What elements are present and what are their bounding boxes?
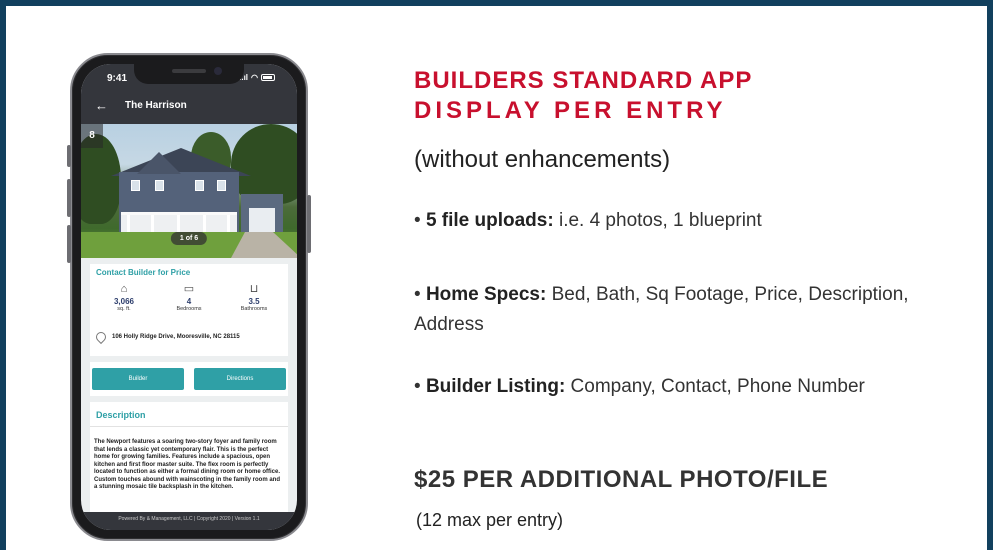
additional-file-price: $25 PER ADDITIONAL PHOTO/FILE	[414, 466, 829, 493]
spec-value: 3.5	[248, 297, 260, 306]
mute-switch	[67, 145, 71, 167]
listing-address: 106 Holly Ridge Drive, Mooresville, NC 2…	[112, 334, 240, 340]
heading-line-1: BUILDERS STANDARD APP	[414, 67, 753, 94]
house-icon: ⌂	[120, 283, 128, 295]
phone-mockup: 9:41 ..ıl ◠ ← The Harrison 8 1 of 6 Cont…	[67, 53, 311, 541]
max-per-entry-note: (12 max per entry)	[416, 510, 564, 530]
map-pin-icon	[93, 329, 109, 345]
spec-label: Bedrooms	[176, 306, 202, 312]
bed-icon: ▭	[183, 283, 195, 295]
heading-subtitle: (without enhancements)	[414, 146, 671, 173]
bullet-bold: Home Specs:	[425, 284, 547, 305]
price-title: Contact Builder for Price	[96, 268, 191, 277]
spec-value: 3,066	[113, 297, 135, 306]
spec-label: Bathrooms	[240, 306, 268, 312]
bullet-dot: •	[414, 284, 426, 305]
app-footer: Powered By & Management, LLC | Copyright…	[81, 512, 297, 530]
price-card: Contact Builder for Price ⌂ 3,066 sq. ft…	[90, 264, 288, 356]
back-arrow-icon[interactable]: ←	[95, 98, 108, 113]
action-card: Builder Directions	[90, 362, 288, 396]
heading: BUILDERS STANDARD APP DISPLAY PER ENTRY	[414, 66, 752, 126]
bathtub-icon: ⊔	[249, 283, 259, 295]
speaker-grille	[172, 69, 206, 73]
phone-screen: 9:41 ..ıl ◠ ← The Harrison 8 1 of 6 Cont…	[81, 64, 297, 530]
house-porch	[121, 212, 237, 235]
garage-door	[249, 208, 275, 232]
bullet-text: Company, Contact, Phone Number	[565, 376, 865, 397]
address-row[interactable]: 106 Holly Ridge Drive, Mooresville, NC 2…	[93, 329, 240, 345]
bullet-builder-listing: • Builder Listing: Company, Contact, Pho…	[414, 372, 954, 402]
bullet-home-specs: • Home Specs: Bed, Bath, Sq Footage, Pri…	[414, 280, 974, 340]
bullet-dot: •	[414, 210, 426, 231]
window	[131, 180, 140, 191]
spec-bedrooms: ▭ 4 Bedrooms	[159, 282, 219, 312]
spec-label: sq. ft.	[117, 306, 131, 312]
front-camera-icon	[214, 67, 222, 75]
bullet-dot: •	[414, 376, 426, 397]
volume-down-button	[67, 225, 71, 263]
status-time: 9:41	[107, 73, 128, 84]
window	[195, 180, 204, 191]
description-card: Description The Newport features a soari…	[90, 402, 288, 512]
description-text: The Newport features a soaring two-story…	[94, 439, 281, 490]
bullet-file-uploads: • 5 file uploads: i.e. 4 photos, 1 bluep…	[414, 206, 954, 236]
description-title: Description	[96, 410, 146, 420]
window	[217, 180, 226, 191]
spec-sqft: ⌂ 3,066 sq. ft.	[94, 282, 154, 312]
heading-line-2: DISPLAY PER ENTRY	[414, 97, 727, 124]
divider	[90, 426, 288, 427]
house-garage	[241, 194, 283, 232]
house-gable	[137, 152, 181, 174]
directions-button[interactable]: Directions	[194, 368, 286, 390]
builder-button[interactable]: Builder	[92, 368, 184, 390]
bullet-bold: 5 file uploads:	[425, 210, 554, 231]
battery-icon	[261, 74, 275, 81]
spec-bathrooms: ⊔ 3.5 Bathrooms	[224, 282, 284, 312]
spec-value: 4	[186, 297, 192, 306]
bullet-text: i.e. 4 photos, 1 blueprint	[553, 210, 762, 231]
listing-title: The Harrison	[125, 100, 187, 111]
wifi-icon: ◠	[251, 73, 258, 82]
photo-counter: 1 of 6	[170, 232, 208, 245]
window	[155, 180, 164, 191]
phone-notch	[134, 64, 244, 84]
listing-photo[interactable]: 8 1 of 6	[81, 124, 297, 258]
status-icons: ..ıl ◠	[239, 73, 275, 82]
volume-up-button	[67, 179, 71, 217]
power-button	[307, 195, 311, 253]
photo-index-badge: 8	[81, 124, 103, 148]
bullet-bold: Builder Listing:	[425, 376, 566, 397]
